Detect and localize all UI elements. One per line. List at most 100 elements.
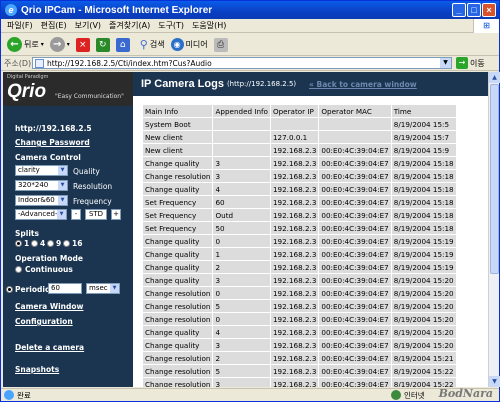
operator-mac-cell [319,131,391,143]
back-to-camera-link[interactable]: « Back to camera window [309,80,417,89]
go-button[interactable]: → 이동 [456,57,485,69]
search-icon: ⚲ [139,38,148,51]
address-input[interactable]: http://192.168.2.5/Cti/index.htm?Cus?Aud… [32,57,452,69]
appended-info-cell: Outd [213,209,270,221]
appended-info-cell: 0 [213,313,270,325]
logs-table: Main Info Appended Info Operator IP Oper… [142,104,457,387]
time-cell: 8/19/2004 15:19 [391,235,456,247]
delete-camera-link[interactable]: Delete a camera [15,343,84,352]
advanced-select[interactable]: -Advanced- ▼ [15,209,67,220]
time-cell: 8/19/2004 15:19 [391,248,456,260]
refresh-button[interactable]: ↻ [95,37,110,52]
menu-tools[interactable]: 도구(T) [158,20,184,31]
periodic-input[interactable]: 60 [48,283,82,294]
change-password-link[interactable]: Change Password [15,138,90,147]
main-info-cell: Set Frequency [143,222,213,234]
chevron-down-icon[interactable]: ▼ [440,58,451,68]
windows-logo-icon: ⊞ [473,19,499,33]
snapshots-link[interactable]: Snapshots [15,365,59,374]
operation-mode-heading: Operation Mode [15,254,83,263]
main-panel: IP Camera Logs (http://192.168.2.5) « Ba… [133,72,488,387]
operator-mac-cell: 00:E0:4C:39:04:E7 [319,196,391,208]
search-label: 검색 [149,40,165,49]
appended-info-cell: 3 [213,274,270,286]
menu-help[interactable]: 도움말(H) [192,20,226,31]
menu-view[interactable]: 보기(V) [75,20,101,31]
continuous-radio[interactable] [15,266,22,273]
main-info-cell: Change quality [143,157,213,169]
time-cell: 8/19/2004 15:18 [391,222,456,234]
resolution-label: Resolution [73,182,113,191]
operator-mac-cell: 00:E0:4C:39:04:E7 [319,170,391,182]
appended-info-cell: 0 [213,287,270,299]
operator-ip-cell: 192.168.2.3 [270,157,319,169]
stop-button[interactable]: × [75,37,90,52]
menu-favorites[interactable]: 즐겨찾기(A) [109,20,150,31]
appended-info-cell: 0 [213,235,270,247]
page-content: Digital Paradigm Qrio "Easy Communicatio… [3,72,488,387]
menu-bar: 파일(F) 편집(E) 보기(V) 즐겨찾기(A) 도구(T) 도움말(H) ⊞ [1,19,499,33]
scroll-thumb[interactable] [490,84,499,274]
col-operator-ip: Operator IP [270,105,319,117]
frequency-select[interactable]: Indoor&60 ▼ [15,195,68,206]
home-button[interactable]: ⌂ [115,37,130,52]
vertical-scrollbar[interactable]: ▲ ▼ [488,72,500,387]
operator-mac-cell: 00:E0:4C:39:04:E7 [319,222,391,234]
quality-select[interactable]: clarity ▼ [15,165,68,176]
menu-edit[interactable]: 편집(E) [41,20,67,31]
std-button[interactable]: STD [85,209,107,220]
logo-text: Qrio [7,81,47,102]
camera-control-heading: Camera Control [15,153,81,162]
periodic-radio[interactable] [6,286,13,293]
table-row: Change quality 3 192.168.2.3 00:E0:4C:39:04… [143,339,456,351]
appended-info-cell [213,118,270,130]
appended-info-cell: 3 [213,157,270,169]
forward-button[interactable]: → ▾ [49,37,70,52]
address-url: http://192.168.2.5/Cti/index.htm?Cus?Aud… [47,58,212,68]
split-9-radio[interactable] [47,240,54,247]
chevron-down-icon: ▼ [58,181,67,190]
operator-ip-cell: 192.168.2.3 [270,274,319,286]
search-button[interactable]: ⚲ 검색 [140,38,165,51]
time-cell: 8/19/2004 15:21 [391,352,456,364]
main-info-cell: Set Frequency [143,196,213,208]
advanced-value: -Advanced- [18,210,58,218]
chevron-down-icon: ▾ [40,41,44,48]
resolution-select[interactable]: 320*240 ▼ [15,180,68,191]
main-info-cell: Change quality [143,235,213,247]
scroll-down-icon[interactable]: ▼ [489,376,500,387]
operator-mac-cell: 00:E0:4C:39:04:E7 [319,287,391,299]
minimize-button[interactable]: _ [452,3,466,17]
decrease-button[interactable]: - [71,209,81,220]
camera-window-link[interactable]: Camera Window [15,302,83,311]
periodic-unit-value: msec [89,284,108,292]
configuration-link[interactable]: Configuration [15,317,73,326]
table-row: Change resolution 3 192.168.2.3 00:E0:4C:39… [143,170,456,182]
split-4-radio[interactable] [31,240,38,247]
time-cell: 8/19/2004 15:20 [391,300,456,312]
table-row: Change quality 2 192.168.2.3 00:E0:4C:39:04… [143,261,456,273]
split-1-label: 1 [24,239,30,248]
appended-info-cell: 1 [213,248,270,260]
scroll-up-icon[interactable]: ▲ [489,72,500,83]
operator-mac-cell: 00:E0:4C:39:04:E7 [319,313,391,325]
operator-mac-cell: 00:E0:4C:39:04:E7 [319,339,391,351]
back-button[interactable]: ← 뒤로 ▾ [7,37,44,52]
home-icon: ⌂ [115,37,130,52]
increase-button[interactable]: + [111,209,121,220]
main-info-cell: Change resolution [143,352,213,364]
menu-file[interactable]: 파일(F) [7,20,33,31]
print-button[interactable]: ⎙ [213,37,228,52]
appended-info-cell: 3 [213,378,270,387]
media-button[interactable]: ◉ 미디어 [170,38,208,51]
split-16-radio[interactable] [63,240,70,247]
chevron-down-icon: ▼ [58,166,67,175]
main-info-cell: Set Frequency [143,209,213,221]
close-button[interactable]: × [482,3,496,17]
table-row: System Boot 8/19/2004 15:5 [143,118,456,130]
periodic-unit-select[interactable]: msec ▼ [86,283,120,294]
maximize-button[interactable]: □ [467,3,481,17]
operator-mac-cell: 00:E0:4C:39:04:E7 [319,326,391,338]
time-cell: 8/19/2004 15:18 [391,196,456,208]
split-1-radio[interactable] [15,240,22,247]
